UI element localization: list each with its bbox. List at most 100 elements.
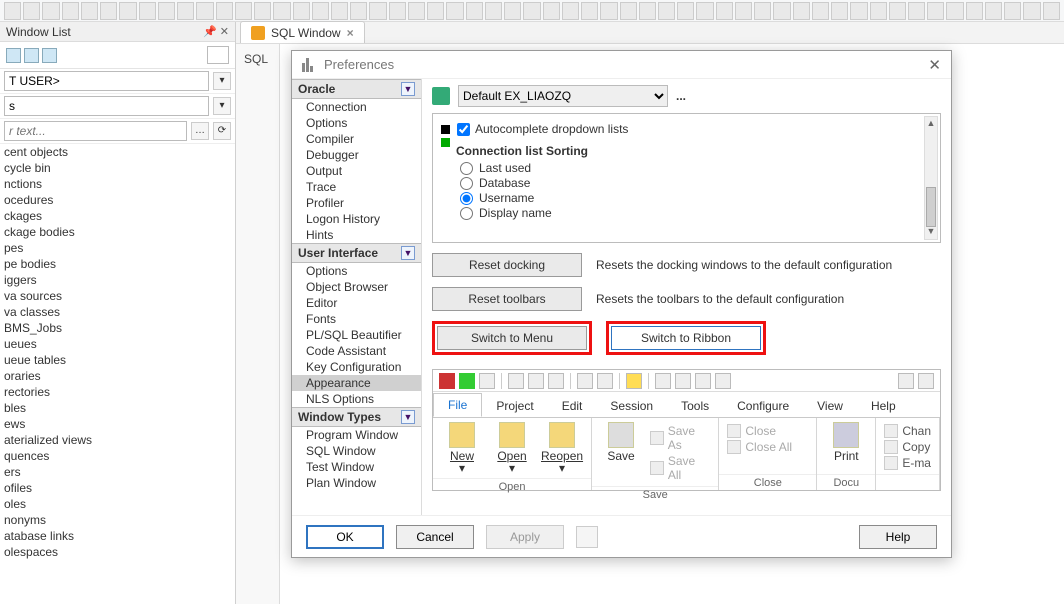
category-item[interactable]: SQL Window bbox=[292, 443, 421, 459]
sort-radio[interactable]: Username bbox=[460, 191, 588, 205]
toolbar-button[interactable] bbox=[754, 2, 771, 20]
qa-icon[interactable] bbox=[597, 373, 613, 389]
toolbar-button[interactable] bbox=[427, 2, 444, 20]
sort-radio[interactable]: Last used bbox=[460, 161, 588, 175]
settings-icon[interactable] bbox=[898, 373, 914, 389]
toolbar-button[interactable] bbox=[119, 2, 136, 20]
ribbon-tab[interactable]: Configure bbox=[723, 395, 803, 417]
print-button[interactable]: Print bbox=[825, 422, 867, 462]
qa-icon[interactable] bbox=[715, 373, 731, 389]
tree-item[interactable]: olespaces bbox=[0, 544, 235, 560]
ribbon-tab[interactable]: View bbox=[803, 395, 857, 417]
toolbar-button[interactable] bbox=[485, 2, 502, 20]
pin-close-icons[interactable]: 📌 ✕ bbox=[203, 22, 229, 42]
chevron-down-icon[interactable]: ▼ bbox=[401, 82, 415, 96]
scroll-thumb[interactable] bbox=[926, 187, 936, 227]
key-icon[interactable] bbox=[626, 373, 642, 389]
scrollbar[interactable]: ▲ ▼ bbox=[924, 116, 938, 240]
autocomplete-checkbox[interactable] bbox=[457, 123, 470, 136]
category-tree[interactable]: Oracle▼ConnectionOptionsCompilerDebugger… bbox=[292, 79, 422, 515]
toolbar-button[interactable] bbox=[735, 2, 752, 20]
qa-icon[interactable] bbox=[695, 373, 711, 389]
toolbar-button[interactable] bbox=[620, 2, 637, 20]
qa-icon[interactable] bbox=[655, 373, 671, 389]
qa-icon[interactable] bbox=[918, 373, 934, 389]
category-item[interactable]: Hints bbox=[292, 227, 421, 243]
new-button[interactable]: New▾ bbox=[441, 422, 483, 474]
toolbar-button[interactable] bbox=[23, 2, 40, 20]
toolbar-button[interactable] bbox=[523, 2, 540, 20]
tree-item[interactable]: ckages bbox=[0, 208, 235, 224]
toolbar-button[interactable] bbox=[408, 2, 425, 20]
ribbon-tab[interactable]: Project bbox=[482, 395, 547, 417]
open-button[interactable]: Open▾ bbox=[491, 422, 533, 474]
reset-toolbars-button[interactable]: Reset toolbars bbox=[432, 287, 582, 311]
dropdown-icon[interactable]: ▾ bbox=[213, 72, 231, 90]
scroll-down-icon[interactable]: ▼ bbox=[926, 226, 936, 238]
save-button[interactable]: Save bbox=[600, 422, 642, 462]
tree-item[interactable]: ueues bbox=[0, 336, 235, 352]
category-item[interactable]: Connection bbox=[292, 99, 421, 115]
clear-icon[interactable]: ⟳ bbox=[213, 122, 231, 140]
category-group[interactable]: User Interface▼ bbox=[292, 243, 421, 263]
switch-to-menu-button[interactable]: Switch to Menu bbox=[437, 326, 587, 350]
kind-field[interactable] bbox=[4, 96, 209, 116]
profile-select[interactable]: Default EX_LIAOZQ bbox=[458, 85, 668, 107]
tree-item[interactable]: nonyms bbox=[0, 512, 235, 528]
tree-item[interactable]: oraries bbox=[0, 368, 235, 384]
toolbar-button[interactable] bbox=[62, 2, 79, 20]
toolbar-button[interactable] bbox=[331, 2, 348, 20]
toolbar-button[interactable] bbox=[966, 2, 983, 20]
category-item[interactable]: Fonts bbox=[292, 311, 421, 327]
toolbar-button[interactable] bbox=[1023, 2, 1040, 20]
tree-item[interactable]: ofiles bbox=[0, 480, 235, 496]
qa-icon[interactable] bbox=[577, 373, 593, 389]
toolbar-button[interactable] bbox=[254, 2, 271, 20]
toolbar-button[interactable] bbox=[158, 2, 175, 20]
toolbar-button[interactable] bbox=[100, 2, 117, 20]
tree-item[interactable]: ckage bodies bbox=[0, 224, 235, 240]
ribbon-tab[interactable]: Session bbox=[596, 395, 667, 417]
toolbar-button[interactable] bbox=[985, 2, 1002, 20]
toolbar-button[interactable] bbox=[369, 2, 386, 20]
toolbar-button[interactable] bbox=[812, 2, 829, 20]
tree-item[interactable]: pes bbox=[0, 240, 235, 256]
tree-item[interactable]: va classes bbox=[0, 304, 235, 320]
toolbar-button[interactable] bbox=[504, 2, 521, 20]
toolbar-button[interactable] bbox=[831, 2, 848, 20]
more-button[interactable]: ... bbox=[676, 89, 686, 103]
sort-radio[interactable]: Database bbox=[460, 176, 588, 190]
category-item[interactable]: Compiler bbox=[292, 131, 421, 147]
save-as-button[interactable]: Save As bbox=[650, 424, 710, 452]
tree-item[interactable]: nctions bbox=[0, 176, 235, 192]
category-item[interactable]: Program Window bbox=[292, 427, 421, 443]
tree-item[interactable]: atabase links bbox=[0, 528, 235, 544]
tree-item[interactable]: ueue tables bbox=[0, 352, 235, 368]
toolbar-button[interactable] bbox=[716, 2, 733, 20]
close-all-button[interactable]: Close All bbox=[727, 440, 792, 454]
tree-item[interactable]: rectories bbox=[0, 384, 235, 400]
category-item[interactable]: Options bbox=[292, 263, 421, 279]
ribbon-tab[interactable]: Help bbox=[857, 395, 910, 417]
toolbar-button[interactable] bbox=[389, 2, 406, 20]
toolbar-button[interactable] bbox=[293, 2, 310, 20]
category-item[interactable]: Key Configuration bbox=[292, 359, 421, 375]
tree-item[interactable]: ocedures bbox=[0, 192, 235, 208]
filter-icon[interactable] bbox=[42, 48, 57, 63]
close-icon[interactable]: ✕ bbox=[928, 56, 941, 74]
category-item[interactable]: Options bbox=[292, 115, 421, 131]
filter-input[interactable] bbox=[4, 121, 187, 141]
tree-item[interactable]: cent objects bbox=[0, 144, 235, 160]
category-item[interactable]: Test Window bbox=[292, 459, 421, 475]
ribbon-item[interactable]: Copy bbox=[884, 440, 931, 454]
tree-item[interactable]: ews bbox=[0, 416, 235, 432]
toolbar-button[interactable] bbox=[696, 2, 713, 20]
export-icon[interactable] bbox=[576, 526, 598, 548]
more-icon[interactable]: … bbox=[191, 122, 209, 140]
qa-icon[interactable] bbox=[479, 373, 495, 389]
category-item[interactable]: PL/SQL Beautifier bbox=[292, 327, 421, 343]
tree-item[interactable]: bles bbox=[0, 400, 235, 416]
category-group[interactable]: Window Types▼ bbox=[292, 407, 421, 427]
toolbar-button[interactable] bbox=[350, 2, 367, 20]
category-item[interactable]: Code Assistant bbox=[292, 343, 421, 359]
